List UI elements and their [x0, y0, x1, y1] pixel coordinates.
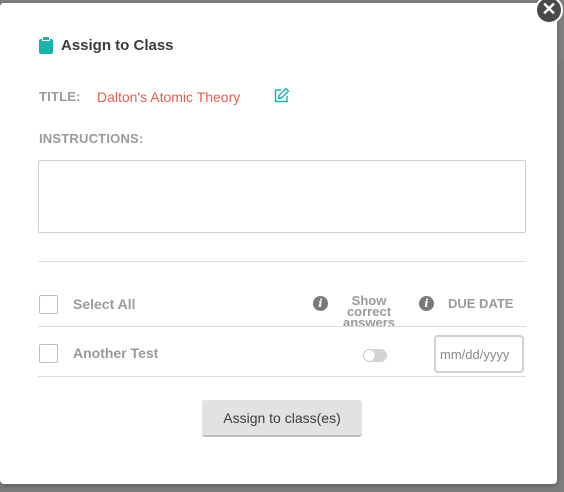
- edit-icon[interactable]: [273, 87, 290, 104]
- due-date-input[interactable]: [434, 335, 524, 373]
- row-divider: [38, 376, 526, 377]
- modal-header: Assign to Class: [39, 36, 174, 54]
- class-row-label: Another Test: [73, 345, 159, 361]
- assign-to-class-modal: Assign to Class TITLE: Dalton's Atomic T…: [0, 3, 557, 484]
- instructions-field[interactable]: [38, 160, 526, 233]
- modal-title: Assign to Class: [61, 36, 174, 54]
- assign-to-classes-button[interactable]: Assign to class(es): [202, 400, 362, 437]
- show-answers-info-icon[interactable]: i: [313, 296, 328, 311]
- row-divider: [38, 326, 526, 327]
- due-date-info-icon[interactable]: i: [419, 296, 434, 311]
- due-date-header: DUE DATE: [448, 296, 514, 311]
- select-all-checkbox[interactable]: [39, 295, 58, 314]
- assignment-title: Dalton's Atomic Theory: [97, 89, 241, 105]
- toggle-knob: [364, 350, 375, 361]
- class-row-checkbox[interactable]: [39, 344, 58, 363]
- section-divider: [38, 261, 526, 262]
- title-label: TITLE:: [39, 89, 81, 104]
- select-all-label: Select All: [73, 296, 136, 312]
- show-correct-toggle[interactable]: [363, 349, 387, 362]
- show-correct-answers-header: Show correct answers: [342, 293, 396, 330]
- clipboard-icon: [39, 36, 53, 54]
- instructions-label: INSTRUCTIONS:: [39, 131, 144, 146]
